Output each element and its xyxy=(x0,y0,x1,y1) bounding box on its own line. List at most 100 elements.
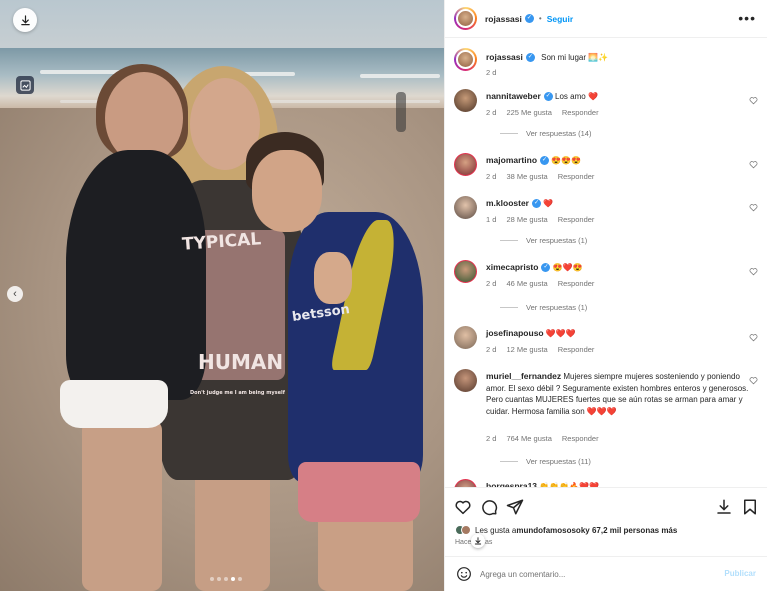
liker-avatar xyxy=(461,525,471,535)
carousel-dots xyxy=(210,577,242,581)
like-comment-icon[interactable] xyxy=(749,96,758,105)
post-panel: rojassasi ✓ • Seguir ••• rojassasi ✓ Son … xyxy=(444,0,767,591)
author-avatar[interactable] xyxy=(454,7,477,30)
comment-time: 2 d xyxy=(486,434,497,443)
download-icon xyxy=(20,14,30,25)
reply-button[interactable]: Responder xyxy=(558,172,595,181)
verified-icon: ✓ xyxy=(524,14,534,23)
comment-username[interactable]: m.klooster xyxy=(486,198,529,208)
comment-item: muriel__fernandez Mujeres siempre mujere… xyxy=(454,369,764,469)
comments-list[interactable]: rojassasi ✓ Son mi lugar 🌅✨ 2 d nannitawe… xyxy=(445,39,767,487)
separator-dot: • xyxy=(538,14,542,23)
share-icon[interactable] xyxy=(506,498,524,516)
previous-image-button[interactable]: ‹ xyxy=(7,286,23,302)
commenter-avatar[interactable] xyxy=(454,369,477,392)
verified-icon: ✓ xyxy=(541,263,551,273)
likes-summary: Les gusta a mundofamososok y 67,2 mil pe… xyxy=(455,525,677,535)
more-options-button[interactable]: ••• xyxy=(738,11,756,25)
caption-text: Son mi lugar 🌅✨ xyxy=(541,53,609,62)
like-comment-icon[interactable] xyxy=(749,160,758,169)
verified-icon: ✓ xyxy=(540,156,550,166)
wave xyxy=(360,74,440,78)
view-replies-button[interactable]: Ver respuestas (1) xyxy=(500,236,587,245)
commenter-avatar[interactable] xyxy=(454,196,477,219)
post-header: rojassasi ✓ • Seguir ••• xyxy=(445,0,767,38)
comment-text: ❤️ xyxy=(543,199,554,208)
chevron-left-icon: ‹ xyxy=(13,287,17,300)
post-actions: Les gusta a mundofamososok y 67,2 mil pe… xyxy=(445,487,767,552)
like-comment-icon[interactable] xyxy=(749,203,758,212)
commenter-avatar[interactable] xyxy=(454,153,477,176)
commenter-avatar[interactable] xyxy=(454,326,477,349)
mother-legs xyxy=(195,470,270,591)
follow-button[interactable]: Seguir xyxy=(547,14,573,24)
comment-item: majomartino ✓ 😍😍😍 2 d 38 Me gusta Responder xyxy=(454,153,764,193)
post-photo[interactable]: TYPICAL HUMAN Don't judge me I am being … xyxy=(0,0,444,591)
comment-likes[interactable]: 225 Me gusta xyxy=(506,108,551,117)
commenter-avatar[interactable] xyxy=(454,260,477,283)
girl-hoodie xyxy=(66,150,206,400)
comment-likes[interactable]: 12 Me gusta xyxy=(506,345,547,354)
view-replies-button[interactable]: Ver respuestas (1) xyxy=(500,303,587,312)
comment-item: borgespra13 👏👏👏🔥❤️❤️ xyxy=(454,479,764,487)
comment-time: 2 d xyxy=(486,172,497,181)
reply-button[interactable]: Responder xyxy=(558,215,595,224)
comment-time: 2 d xyxy=(486,345,497,354)
download-icon[interactable] xyxy=(715,498,733,516)
like-icon[interactable] xyxy=(454,498,472,516)
caption-username[interactable]: rojassasi xyxy=(486,52,523,62)
download-button[interactable] xyxy=(13,8,37,32)
tag-people-button[interactable] xyxy=(16,76,34,94)
comment-text: 😍😍😍 xyxy=(551,156,582,165)
carousel-dot-active xyxy=(231,577,235,581)
commenter-avatar[interactable] xyxy=(454,479,477,487)
comment-username[interactable]: majomartino xyxy=(486,155,537,165)
comment-input[interactable] xyxy=(480,567,710,581)
comment-time: 2 d xyxy=(486,279,497,288)
publish-button[interactable]: Publicar xyxy=(724,569,756,578)
caption-time: 2 d xyxy=(486,68,497,77)
comment-username[interactable]: ximecapristo xyxy=(486,262,538,272)
comment-likes[interactable]: 38 Me gusta xyxy=(506,172,547,181)
boy-face xyxy=(252,150,322,232)
author-avatar[interactable] xyxy=(454,48,477,71)
reply-button[interactable]: Responder xyxy=(558,345,595,354)
verified-icon: ✓ xyxy=(532,199,541,209)
comment-username[interactable]: muriel__fernandez xyxy=(486,371,561,381)
view-replies-button[interactable]: Ver respuestas (14) xyxy=(500,129,591,138)
save-bookmark-icon[interactable] xyxy=(741,498,759,516)
download-overlay-button[interactable] xyxy=(471,534,485,548)
verified-icon: ✓ xyxy=(525,53,535,63)
likes-user[interactable]: mundofamososok xyxy=(516,526,585,535)
comment-likes[interactable]: 28 Me gusta xyxy=(506,215,547,224)
likes-count[interactable]: y 67,2 mil personas más xyxy=(585,526,677,535)
comment-text: 😍❤️😍 xyxy=(552,263,583,272)
comment-time: 2 d xyxy=(486,108,497,117)
reply-button[interactable]: Responder xyxy=(562,434,599,443)
carousel-dot xyxy=(224,577,228,581)
verified-icon: ✓ xyxy=(543,92,553,102)
carousel-dot xyxy=(210,577,214,581)
comment-item: m.klooster ✓ ❤️ 1 d 28 Me gusta Responder V… xyxy=(454,196,764,254)
comment-likes[interactable]: 764 Me gusta xyxy=(506,434,551,443)
comment-composer: Publicar xyxy=(445,556,767,591)
like-comment-icon[interactable] xyxy=(749,267,758,276)
like-comment-icon[interactable] xyxy=(749,333,758,342)
comment-item: josefinapouso ❤️❤️❤️ 2 d 12 Me gusta Respo… xyxy=(454,326,764,366)
commenter-avatar[interactable] xyxy=(454,89,477,112)
download-icon xyxy=(474,537,482,545)
reply-button[interactable]: Responder xyxy=(562,108,599,117)
comment-username[interactable]: josefinapouso xyxy=(486,328,544,338)
comment-icon[interactable] xyxy=(480,498,498,516)
comment-likes[interactable]: 46 Me gusta xyxy=(506,279,547,288)
like-comment-icon[interactable] xyxy=(749,376,758,385)
comment-username[interactable]: nannitaweber xyxy=(486,91,541,101)
caption: rojassasi ✓ Son mi lugar 🌅✨ 2 d xyxy=(454,48,764,88)
boy-legs xyxy=(318,512,413,591)
view-replies-button[interactable]: Ver respuestas (11) xyxy=(500,457,591,466)
comment-item: nannitaweber ✓ Los amo ❤️ 2 d 225 Me gusta… xyxy=(454,89,764,147)
emoji-icon[interactable] xyxy=(456,566,472,582)
thumbs-up-hand xyxy=(314,252,352,304)
author-username[interactable]: rojassasi xyxy=(485,14,522,24)
reply-button[interactable]: Responder xyxy=(558,279,595,288)
